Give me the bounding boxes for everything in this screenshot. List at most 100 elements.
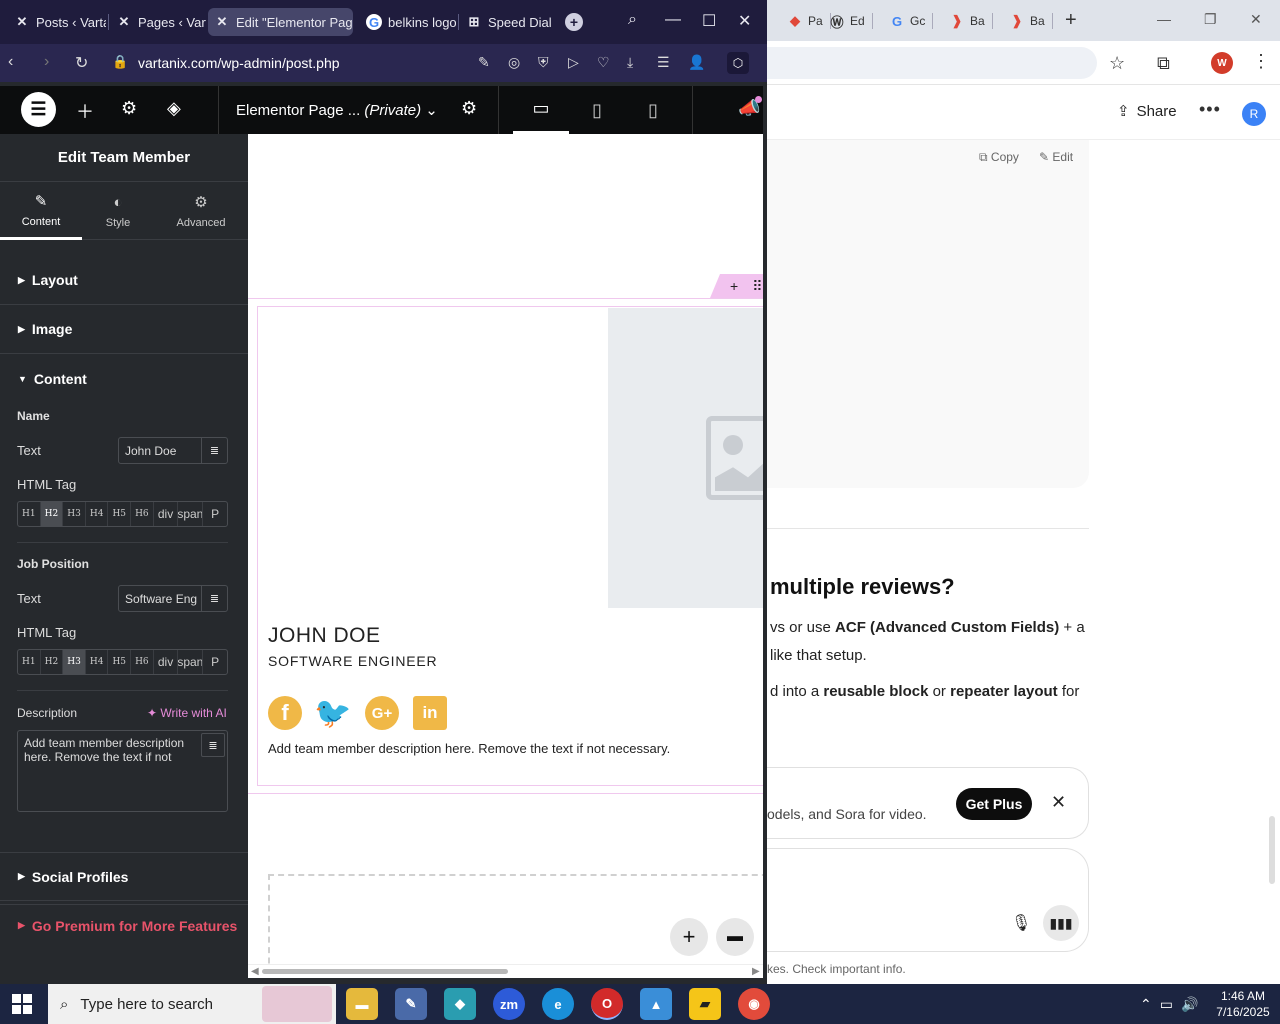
tab-content[interactable]: ✎ Content	[0, 182, 82, 240]
reload-icon[interactable]: ↻	[75, 53, 88, 73]
paint-icon[interactable]: ✎	[395, 988, 427, 1020]
tag-h5[interactable]: H5	[108, 502, 132, 526]
file-explorer-icon[interactable]: ▬	[346, 988, 378, 1020]
tag-h4[interactable]: H4	[86, 650, 109, 674]
lock-icon[interactable]: 🔒	[112, 54, 128, 70]
horizontal-scrollbar[interactable]: ◀ ▶	[248, 964, 763, 978]
google-plus-icon[interactable]: G+	[365, 696, 399, 730]
message-composer[interactable]: 🎙 ▮▮▮	[767, 848, 1089, 952]
site-settings-icon[interactable]: ⚙	[121, 98, 137, 119]
new-tab-button[interactable]: +	[565, 13, 583, 31]
app-diamond-icon[interactable]: ◆	[444, 988, 476, 1020]
section-image[interactable]: ▶ Image	[0, 305, 248, 354]
tag-h5[interactable]: H5	[108, 650, 132, 674]
browser-tab-elementor[interactable]: ✕ Edit "Elementor Page	[208, 8, 353, 36]
edge-icon[interactable]: e	[542, 988, 574, 1020]
more-options-icon[interactable]: •••	[1199, 99, 1221, 120]
extensions-icon[interactable]: ⧉	[1157, 53, 1170, 74]
tag-h3[interactable]: H3	[63, 502, 86, 526]
url-text[interactable]: vartanix.com/wp-admin/post.php	[138, 55, 340, 71]
scroll-thumb[interactable]	[262, 969, 508, 974]
camera-icon[interactable]: ◎	[508, 54, 520, 71]
write-with-ai-button[interactable]: ✦ Write with AI	[147, 706, 227, 720]
play-icon[interactable]: ▷	[568, 54, 579, 71]
chrome-tab-5[interactable]: ❱ Ba	[1009, 8, 1053, 34]
chrome-tab-2[interactable]: Ⓦ Ed	[829, 8, 873, 34]
elementor-logo-icon[interactable]: ☰	[21, 92, 56, 127]
page-title-dropdown[interactable]: Elementor Page ... (Private) ⌄	[236, 101, 438, 119]
browser-tab-posts[interactable]: ✕ Posts ‹ Vartar	[8, 8, 106, 36]
scroll-right-icon[interactable]: ▶	[752, 966, 760, 977]
profile-avatar[interactable]: W	[1211, 52, 1233, 74]
sticky-notes-icon[interactable]: ▰	[689, 988, 721, 1020]
browser-tab-pages[interactable]: ✕ Pages ‹ Varta	[110, 8, 206, 36]
description-textarea[interactable]: Add team member description here. Remove…	[17, 730, 228, 812]
tag-span[interactable]: span	[178, 502, 204, 526]
tag-div[interactable]: div	[154, 502, 179, 526]
dynamic-tags-icon[interactable]: ≣	[201, 586, 227, 611]
tab-style[interactable]: ◐ Style	[77, 182, 159, 240]
facebook-icon[interactable]: f	[268, 696, 302, 730]
section-layout[interactable]: ▶ Layout	[0, 256, 248, 305]
chrome-tab-3[interactable]: G Gc	[889, 8, 934, 34]
zoom-icon[interactable]: zm	[493, 988, 525, 1020]
tag-div[interactable]: div	[154, 650, 179, 674]
new-tab-button[interactable]: +	[1065, 9, 1077, 31]
search-tabs-icon[interactable]: ⌕	[628, 11, 637, 29]
user-avatar[interactable]: R	[1242, 102, 1266, 126]
get-plus-button[interactable]: Get Plus	[956, 788, 1032, 820]
restore-icon[interactable]: ❐	[1204, 11, 1217, 28]
minimize-icon[interactable]: —	[665, 11, 681, 29]
maximize-icon[interactable]: ☐	[702, 11, 716, 31]
chrome-tab-4[interactable]: ❱ Ba	[949, 8, 993, 34]
mobile-view-button[interactable]: ▯	[625, 86, 681, 134]
back-icon[interactable]: ‹	[8, 53, 13, 71]
tag-h3[interactable]: H3	[63, 650, 86, 674]
address-bar[interactable]	[767, 47, 1097, 79]
template-library-button[interactable]: ▬	[716, 918, 754, 956]
tablet-view-button[interactable]: ▯	[569, 86, 625, 134]
system-tray[interactable]: ⌃▭🔊	[1140, 996, 1206, 1013]
page-settings-icon[interactable]: ⚙	[461, 98, 477, 119]
tab-advanced[interactable]: ⚙ Advanced	[160, 182, 242, 240]
section-social-profiles[interactable]: ▶ Social Profiles	[0, 852, 248, 901]
taskbar-clock[interactable]: 1:46 AM 7/16/2025	[1210, 988, 1276, 1020]
name-text-input[interactable]: John Doe ≣	[118, 437, 228, 464]
close-icon[interactable]: ✕	[1250, 11, 1262, 28]
share-button[interactable]: ⇪ Share	[1117, 102, 1177, 121]
opera-icon[interactable]: O	[591, 988, 623, 1020]
job-text-input[interactable]: Software Eng ≣	[118, 585, 228, 612]
windows-start-icon[interactable]	[12, 994, 32, 1014]
member-job[interactable]: SOFTWARE ENGINEER	[268, 653, 437, 669]
chrome-menu-icon[interactable]: ⋮	[1252, 51, 1270, 72]
chrome-tab-1[interactable]: ◆ Pa	[787, 8, 831, 34]
tag-h2[interactable]: H2	[41, 650, 64, 674]
edit-page-icon[interactable]: ✎	[478, 54, 490, 71]
heart-icon[interactable]: ♡	[597, 54, 610, 71]
download-icon[interactable]: ⤓	[627, 54, 633, 71]
tag-h2[interactable]: H2	[40, 502, 64, 526]
member-description[interactable]: Add team member description here. Remove…	[268, 741, 670, 756]
drag-handle-icon[interactable]: ⠿	[752, 278, 762, 295]
twitter-icon[interactable]: 🐦	[314, 696, 351, 730]
microphone-icon[interactable]: 🎙	[1011, 913, 1031, 933]
network-icon[interactable]: ▭	[1160, 996, 1181, 1012]
tag-h4[interactable]: H4	[86, 502, 109, 526]
linkedin-icon[interactable]: in	[413, 696, 447, 730]
settings-list-icon[interactable]: ☰	[657, 54, 670, 71]
volume-icon[interactable]: 🔊	[1181, 996, 1206, 1012]
tag-h6[interactable]: H6	[131, 650, 154, 674]
add-section-button[interactable]: +	[670, 918, 708, 956]
extension-cube-icon[interactable]: ⬡	[727, 52, 749, 74]
browser-tab-speed-dial[interactable]: ⊞ Speed Dial	[460, 8, 556, 36]
dynamic-tags-icon[interactable]: ≣	[201, 438, 227, 463]
close-icon[interactable]: ✕	[1051, 792, 1066, 813]
shield-icon[interactable]: ⛨	[538, 54, 549, 71]
bookmark-star-icon[interactable]: ☆	[1109, 53, 1125, 74]
desktop-view-button[interactable]: ▭	[513, 86, 569, 134]
minimize-icon[interactable]: —	[1157, 11, 1171, 27]
tag-h1[interactable]: H1	[18, 502, 41, 526]
go-premium-link[interactable]: ▶ Go Premium for More Features	[0, 904, 248, 946]
voice-mode-icon[interactable]: ▮▮▮	[1043, 905, 1079, 941]
scrollbar[interactable]	[1269, 816, 1275, 884]
